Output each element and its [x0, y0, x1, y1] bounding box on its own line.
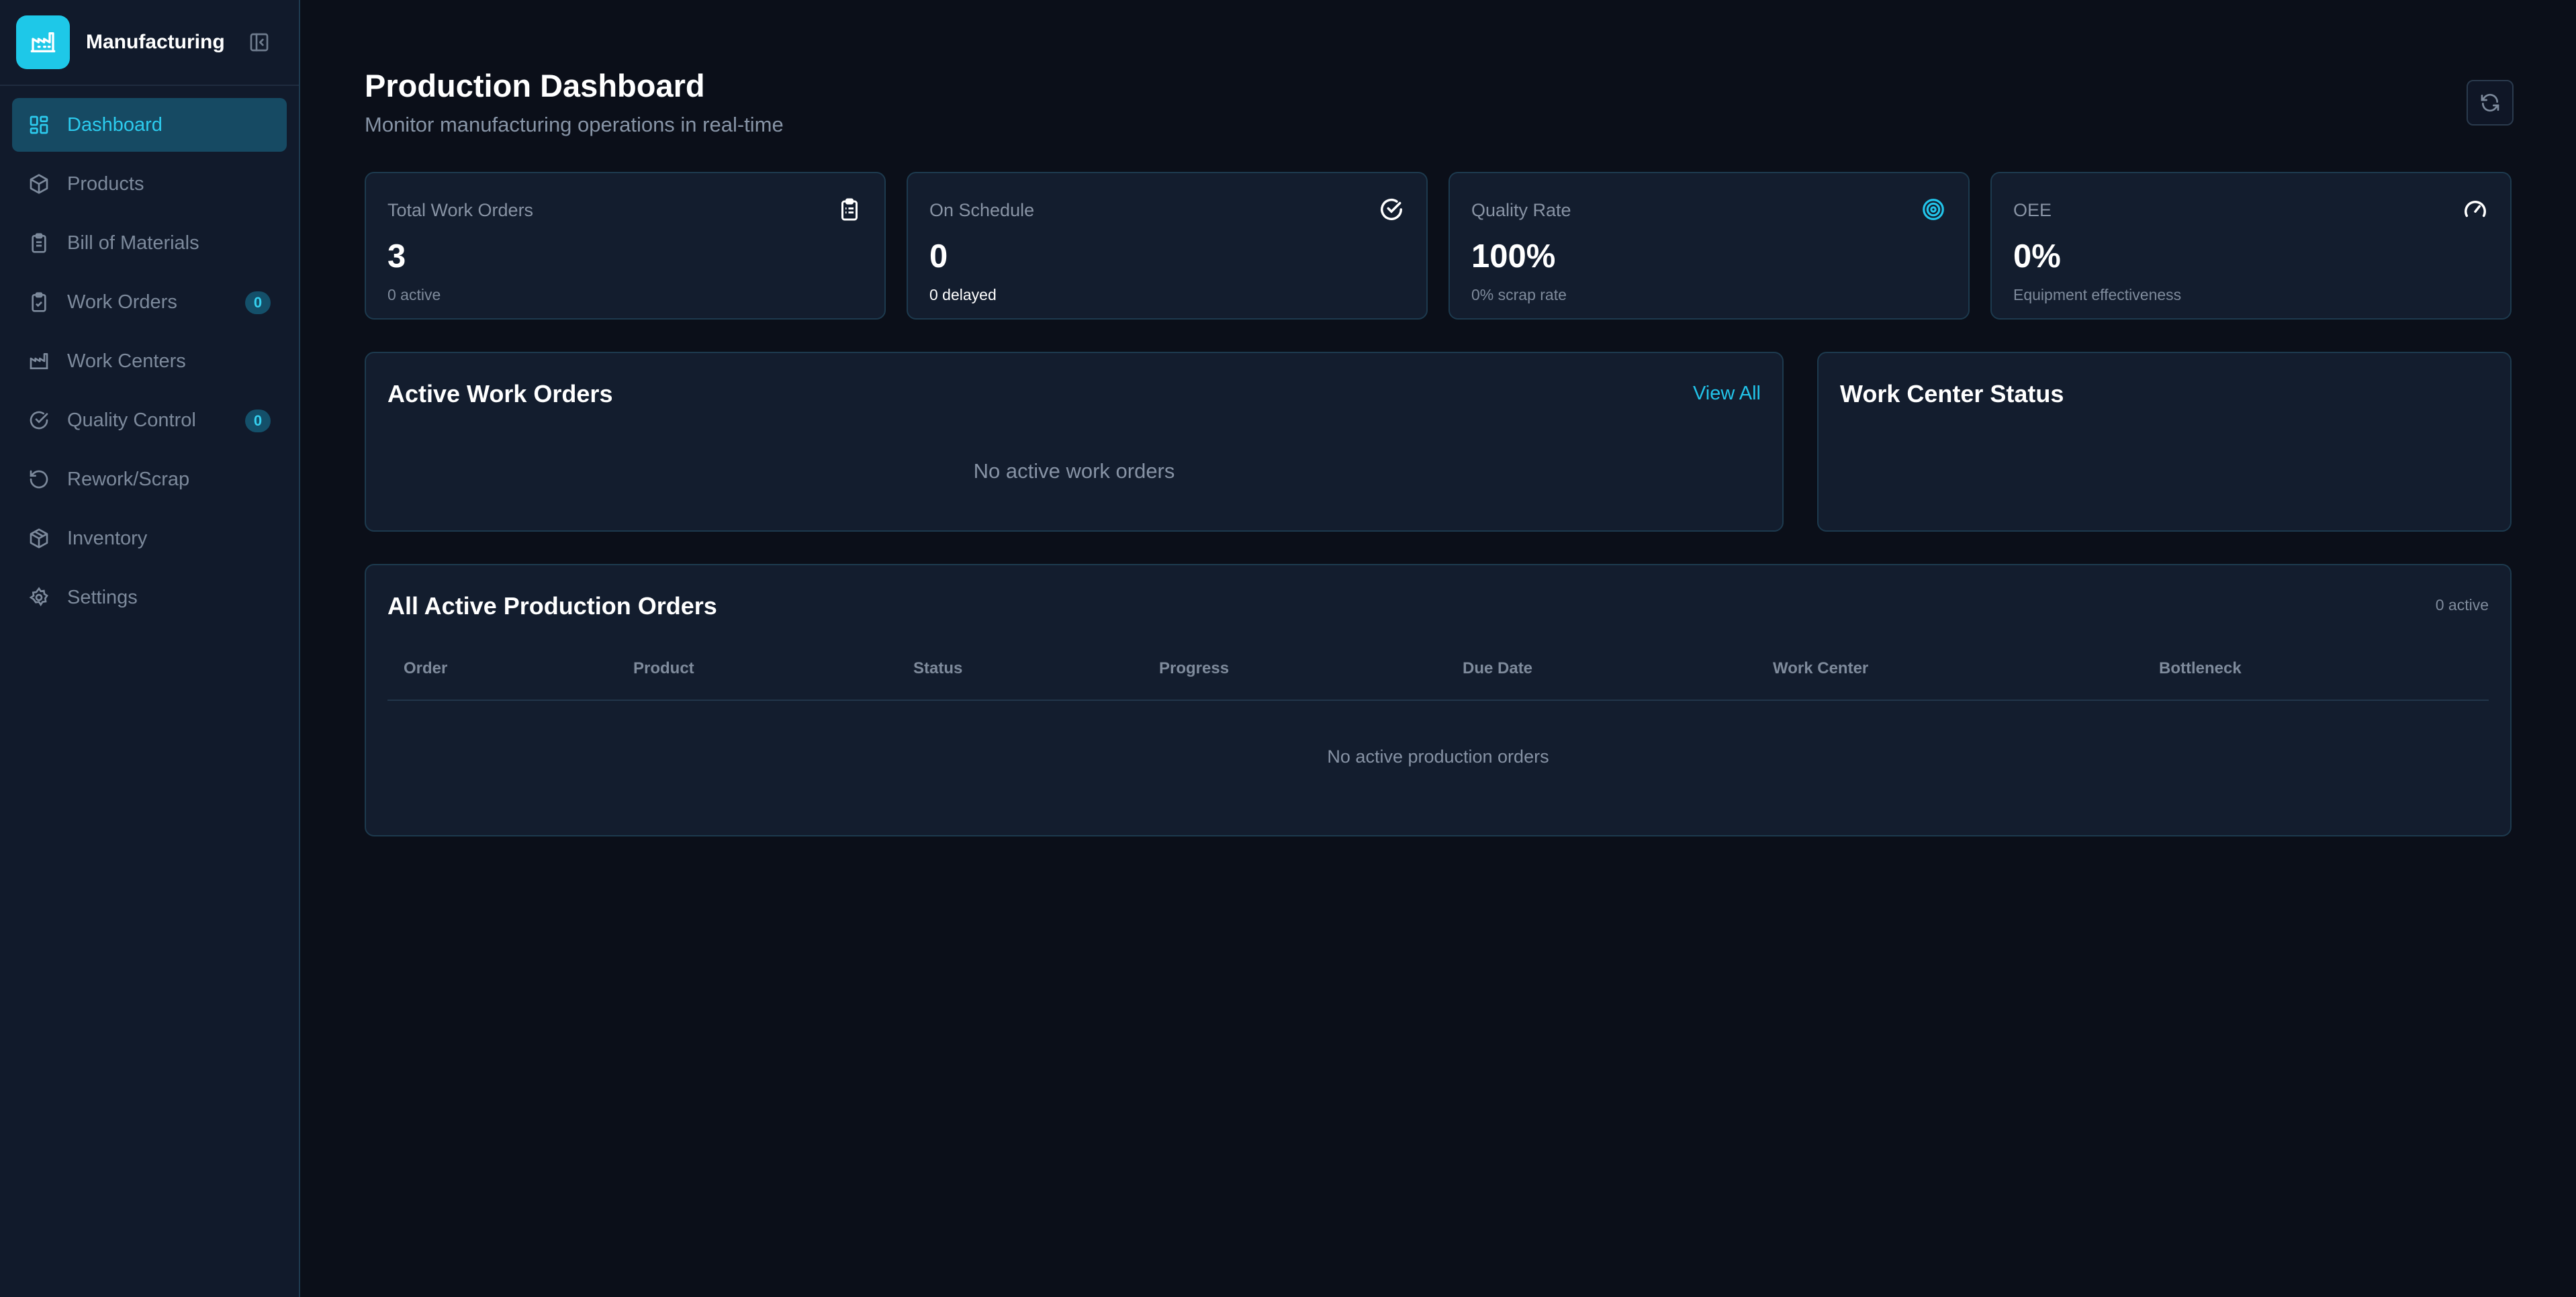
column-header: Work Center — [1773, 659, 1869, 677]
stat-value: 3 — [387, 238, 406, 275]
column-header: Bottleneck — [2159, 659, 2242, 677]
stat-label: OEE — [2013, 200, 2052, 220]
factory-icon — [27, 349, 51, 373]
sidebar-item-label: Rework/Scrap — [67, 468, 190, 490]
page-title: Production Dashboard — [365, 68, 705, 103]
sidebar-item-label: Products — [67, 173, 144, 195]
view-all-link[interactable]: View All — [1693, 383, 1761, 405]
work-center-status-panel: Work Center Status — [1817, 352, 2512, 532]
stat-sub: 0% scrap rate — [1471, 286, 1567, 303]
stat-value: 0% — [2013, 238, 2061, 275]
stat-label: Quality Rate — [1471, 200, 1571, 220]
panel-title: Work Center Status — [1840, 380, 2064, 407]
stat-card-total-work-orders: Total Work Orders 3 0 active — [365, 172, 886, 320]
sidebar-item-label: Work Centers — [67, 350, 186, 372]
stat-card-on-schedule: On Schedule 0 0 delayed — [907, 172, 1428, 320]
gear-icon — [27, 585, 51, 610]
clipboard-icon — [27, 231, 51, 255]
table-header: Order Product Status Progress Due Date W… — [387, 659, 2489, 701]
sidebar-item-work-centers[interactable]: Work Centers — [12, 334, 287, 388]
sidebar-item-inventory[interactable]: Inventory — [12, 512, 287, 565]
stat-card-oee: OEE 0% Equipment effectiveness — [1990, 172, 2512, 320]
column-header: Product — [633, 659, 694, 677]
target-icon — [1920, 196, 1947, 223]
stat-label: Total Work Orders — [387, 200, 534, 220]
active-count: 0 active — [2435, 596, 2489, 614]
sidebar-item-label: Settings — [67, 586, 138, 608]
refresh-button[interactable] — [2467, 80, 2514, 126]
dashboard-icon — [27, 113, 51, 137]
sidebar-item-label: Dashboard — [67, 113, 163, 136]
package-icon — [27, 526, 51, 550]
column-header: Status — [913, 659, 963, 677]
clipboard-check-icon — [27, 290, 51, 314]
empty-state-text: No active production orders — [1327, 747, 1549, 767]
stat-label: On Schedule — [929, 200, 1035, 220]
brand-name: Manufacturing — [86, 31, 225, 53]
sidebar-item-label: Work Orders — [67, 291, 177, 313]
sidebar-item-bill-of-materials[interactable]: Bill of Materials — [12, 216, 287, 270]
sidebar-item-label: Quality Control — [67, 409, 196, 431]
sidebar-item-label: Bill of Materials — [67, 232, 199, 254]
collapse-sidebar-icon[interactable] — [248, 31, 271, 54]
stat-sub: 0 active — [387, 286, 441, 303]
column-header: Due Date — [1463, 659, 1533, 677]
sidebar-item-dashboard[interactable]: Dashboard — [12, 98, 287, 152]
sidebar: Manufacturing Dashboard Products Bill of… — [0, 0, 300, 1297]
production-orders-panel: All Active Production Orders 0 active Or… — [365, 564, 2512, 836]
check-circle-icon — [27, 408, 51, 432]
main-content: Production Dashboard Monitor manufacturi… — [300, 0, 2576, 1297]
rotate-ccw-icon — [27, 467, 51, 491]
quality-control-badge: 0 — [245, 410, 271, 432]
active-work-orders-panel: Active Work Orders View All No active wo… — [365, 352, 1784, 532]
work-orders-badge: 0 — [245, 291, 271, 314]
sidebar-item-work-orders[interactable]: Work Orders 0 — [12, 275, 287, 329]
stat-sub: Equipment effectiveness — [2013, 286, 2182, 303]
empty-state-text: No active work orders — [973, 459, 1175, 483]
factory-logo-icon — [16, 15, 70, 69]
refresh-icon — [2481, 93, 2499, 112]
gauge-icon — [2462, 196, 2489, 223]
panel-title: Active Work Orders — [387, 380, 613, 407]
column-header: Order — [404, 659, 448, 677]
sidebar-item-rework-scrap[interactable]: Rework/Scrap — [12, 452, 287, 506]
page-subtitle: Monitor manufacturing operations in real… — [365, 113, 784, 136]
sidebar-item-products[interactable]: Products — [12, 157, 287, 211]
sidebar-nav: Dashboard Products Bill of Materials Wor… — [0, 86, 299, 624]
stat-value: 100% — [1471, 238, 1556, 275]
clipboard-list-icon — [836, 196, 863, 223]
sidebar-item-quality-control[interactable]: Quality Control 0 — [12, 393, 287, 447]
check-circle-icon — [1378, 196, 1405, 223]
box-icon — [27, 172, 51, 196]
column-header: Progress — [1159, 659, 1230, 677]
panel-title: All Active Production Orders — [387, 592, 717, 620]
sidebar-item-settings[interactable]: Settings — [12, 571, 287, 624]
brand-header: Manufacturing — [0, 0, 299, 86]
stat-card-quality-rate: Quality Rate 100% 0% scrap rate — [1448, 172, 1970, 320]
stat-sub: 0 delayed — [929, 286, 997, 303]
stat-value: 0 — [929, 238, 948, 275]
sidebar-item-label: Inventory — [67, 527, 148, 549]
